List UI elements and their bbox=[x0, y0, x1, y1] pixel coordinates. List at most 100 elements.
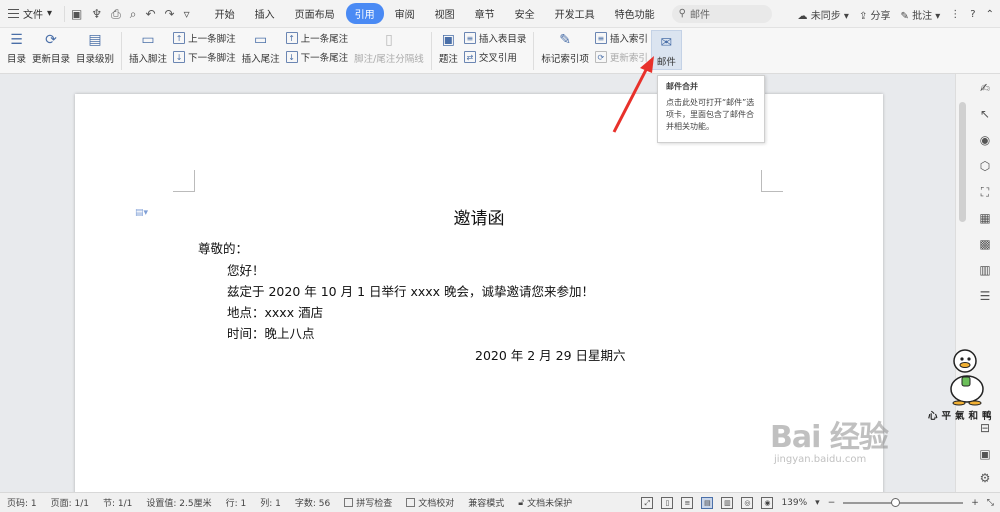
status-page-code[interactable]: 页码: 1 bbox=[0, 496, 44, 509]
insert-endnote-label: 插入尾注 bbox=[241, 54, 280, 65]
status-col[interactable]: 列: 1 bbox=[253, 496, 288, 509]
zoom-slider[interactable] bbox=[843, 498, 964, 507]
fit-page-icon[interactable]: ⤡ bbox=[987, 498, 994, 508]
document-title: 邀请函 bbox=[453, 209, 505, 229]
tab-features[interactable]: 特色功能 bbox=[606, 3, 664, 24]
reading-mode-icon[interactable]: ▯ bbox=[661, 497, 674, 509]
print-icon[interactable]: ⎙ bbox=[111, 8, 121, 20]
next-endnote-button[interactable]: ↓ 下一条尾注 bbox=[285, 50, 349, 64]
tab-insert[interactable]: 插入 bbox=[246, 3, 284, 24]
invitation-line: 兹定于 2020 年 10 月 1 日举行 xxxx 晚会，诚挚邀请您来参加！ bbox=[227, 284, 595, 299]
fullscreen-icon[interactable]: ⤢ bbox=[641, 497, 654, 509]
chart-icon[interactable]: ▥ bbox=[977, 262, 993, 278]
scrollbar-thumb[interactable] bbox=[959, 102, 966, 222]
insert-footnote-label: 插入脚注 bbox=[129, 54, 168, 65]
file-menu[interactable]: 文件 ▾ bbox=[0, 6, 60, 21]
globe-icon[interactable]: ◎ bbox=[741, 497, 754, 509]
share-button[interactable]: ⇪ 分享 bbox=[859, 7, 891, 22]
crop-icon[interactable]: ⛶ bbox=[977, 184, 993, 200]
spell-check-label: 拼写检查 bbox=[356, 499, 393, 509]
eye-icon[interactable]: ◉ bbox=[761, 497, 774, 509]
status-word-count[interactable]: 字数: 56 bbox=[288, 496, 337, 509]
status-row[interactable]: 行: 1 bbox=[219, 496, 254, 509]
insert-endnote-button[interactable]: ▭ 插入尾注 bbox=[239, 28, 283, 66]
status-page-count[interactable]: 页面: 1/1 bbox=[44, 496, 96, 509]
customize-icon[interactable]: ▿ bbox=[184, 8, 190, 20]
zoom-dropdown-icon[interactable]: ▾ bbox=[815, 498, 820, 508]
print-preview-icon[interactable]: ⌕ bbox=[130, 8, 137, 20]
insert-index-button[interactable]: ≡ 插入索引 bbox=[594, 31, 648, 45]
ribbon-divider bbox=[533, 32, 535, 70]
tab-home[interactable]: 开始 bbox=[206, 3, 244, 24]
menu-bar: 文件 ▾ ▣ ♆ ⎙ ⌕ ↶ ↷ ▿ 开始 插入 页面布局 引用 审阅 视图 章… bbox=[0, 0, 1000, 28]
tab-security[interactable]: 安全 bbox=[506, 3, 544, 24]
endnote-icon: ▭ bbox=[253, 31, 268, 48]
compat-mode: 兼容模式 bbox=[468, 499, 505, 509]
table-icon[interactable]: ▦ bbox=[977, 210, 993, 226]
status-setting[interactable]: 设置值: 2.5厘米 bbox=[139, 496, 218, 509]
tab-chapter[interactable]: 章节 bbox=[466, 3, 504, 24]
sync-button[interactable]: ☁ 未同步 ▾ bbox=[798, 7, 849, 22]
next-footnote-label: 下一条脚注 bbox=[188, 53, 236, 64]
redo-icon[interactable]: ↷ bbox=[165, 8, 175, 20]
collapse-icon[interactable]: ⌃ bbox=[986, 9, 994, 20]
help-button[interactable]: ? bbox=[970, 9, 975, 20]
zoom-level[interactable]: 139% bbox=[781, 498, 807, 508]
style-icon[interactable]: ✍ bbox=[977, 80, 993, 96]
insert-footnote-button[interactable]: ▭ 插入脚注 bbox=[126, 28, 170, 66]
outline-view-icon[interactable]: ≡ bbox=[681, 497, 694, 509]
save-icon[interactable]: ▣ bbox=[71, 8, 82, 20]
location-line: 地点：xxxx 酒店 bbox=[227, 305, 324, 320]
settings-icon[interactable]: ⚙ bbox=[977, 470, 993, 486]
image-icon[interactable]: ▣ bbox=[977, 446, 993, 462]
update-toc-button[interactable]: ⟳ 更新目录 bbox=[29, 28, 73, 66]
history-icon[interactable]: ⊟ bbox=[977, 420, 993, 436]
tab-developer[interactable]: 开发工具 bbox=[546, 3, 604, 24]
zoom-knob[interactable] bbox=[891, 498, 901, 507]
undo-icon[interactable]: ↶ bbox=[145, 8, 155, 20]
more-icon[interactable]: ⋮ bbox=[950, 9, 960, 20]
pointer-icon[interactable]: ↖ bbox=[977, 106, 993, 122]
next-endnote-label: 下一条尾注 bbox=[300, 53, 349, 64]
doc-check-button[interactable]: 文档校对 bbox=[399, 496, 461, 509]
shapes-icon[interactable]: ⬡ bbox=[977, 158, 993, 174]
list-icon[interactable]: ☰ bbox=[977, 288, 993, 304]
cross-ref-icon: ⇄ bbox=[463, 51, 476, 63]
mark-index-button[interactable]: ✎ 标记索引项 bbox=[538, 28, 592, 66]
zoom-out-button[interactable]: − bbox=[828, 498, 836, 508]
web-view-icon[interactable]: ▥ bbox=[721, 497, 734, 509]
prev-footnote-button[interactable]: ↑ 上一条脚注 bbox=[173, 31, 236, 45]
tab-view[interactable]: 视图 bbox=[426, 3, 464, 24]
vertical-scrollbar[interactable] bbox=[959, 84, 966, 484]
table-toc-icon: ≡ bbox=[463, 32, 476, 44]
watermark-main: Bai 经验 bbox=[770, 420, 889, 455]
footnote-icon: ▭ bbox=[141, 31, 155, 48]
toc-level-label: 目录级别 bbox=[76, 54, 115, 65]
search-box[interactable]: ⚲ 邮件 bbox=[671, 4, 772, 23]
format-painter-icon[interactable]: ♆ bbox=[91, 8, 102, 20]
document-page[interactable]: ▤▾ 邀请函 尊敬的： 您好！ 兹定于 2020 年 10 月 1 日举行 xx… bbox=[75, 94, 883, 492]
next-footnote-button[interactable]: ↓ 下一条脚注 bbox=[173, 50, 236, 64]
toc-button[interactable]: ☰ 目录 bbox=[4, 28, 29, 66]
tab-references[interactable]: 引用 bbox=[345, 3, 384, 24]
cross-ref-button[interactable]: ⇄ 交叉引用 bbox=[463, 50, 527, 64]
location-icon[interactable]: ◉ bbox=[977, 132, 993, 148]
ribbon-divider bbox=[121, 32, 123, 70]
tab-review[interactable]: 审阅 bbox=[386, 3, 424, 24]
caption-button[interactable]: ▣ 题注 bbox=[436, 28, 461, 66]
status-section[interactable]: 节: 1/1 bbox=[96, 496, 139, 509]
separator-button[interactable]: ▯ 脚注/尾注分隔线 bbox=[351, 28, 427, 66]
tab-page-layout[interactable]: 页面布局 bbox=[286, 3, 344, 24]
comment-button[interactable]: ✎ 批注 ▾ bbox=[901, 7, 941, 22]
grid-icon[interactable]: ▩ bbox=[977, 236, 993, 252]
spell-check-button[interactable]: 拼写检查 bbox=[337, 496, 399, 509]
tooltip-title: 邮件合并 bbox=[666, 82, 698, 91]
next-endnote-icon: ↓ bbox=[285, 51, 298, 63]
page-view-icon[interactable]: ▤ bbox=[701, 497, 714, 509]
zoom-in-button[interactable]: + bbox=[971, 498, 979, 508]
insert-table-toc-button[interactable]: ≡ 插入表目录 bbox=[463, 31, 526, 45]
doc-protect-button[interactable]: 🔓︎ 文档未保护 bbox=[511, 496, 579, 510]
chevron-down-icon: ▾ bbox=[47, 8, 53, 19]
prev-endnote-button[interactable]: ↑ 上一条尾注 bbox=[285, 31, 348, 45]
toc-level-button[interactable]: ▤ 目录级别 bbox=[73, 28, 117, 66]
